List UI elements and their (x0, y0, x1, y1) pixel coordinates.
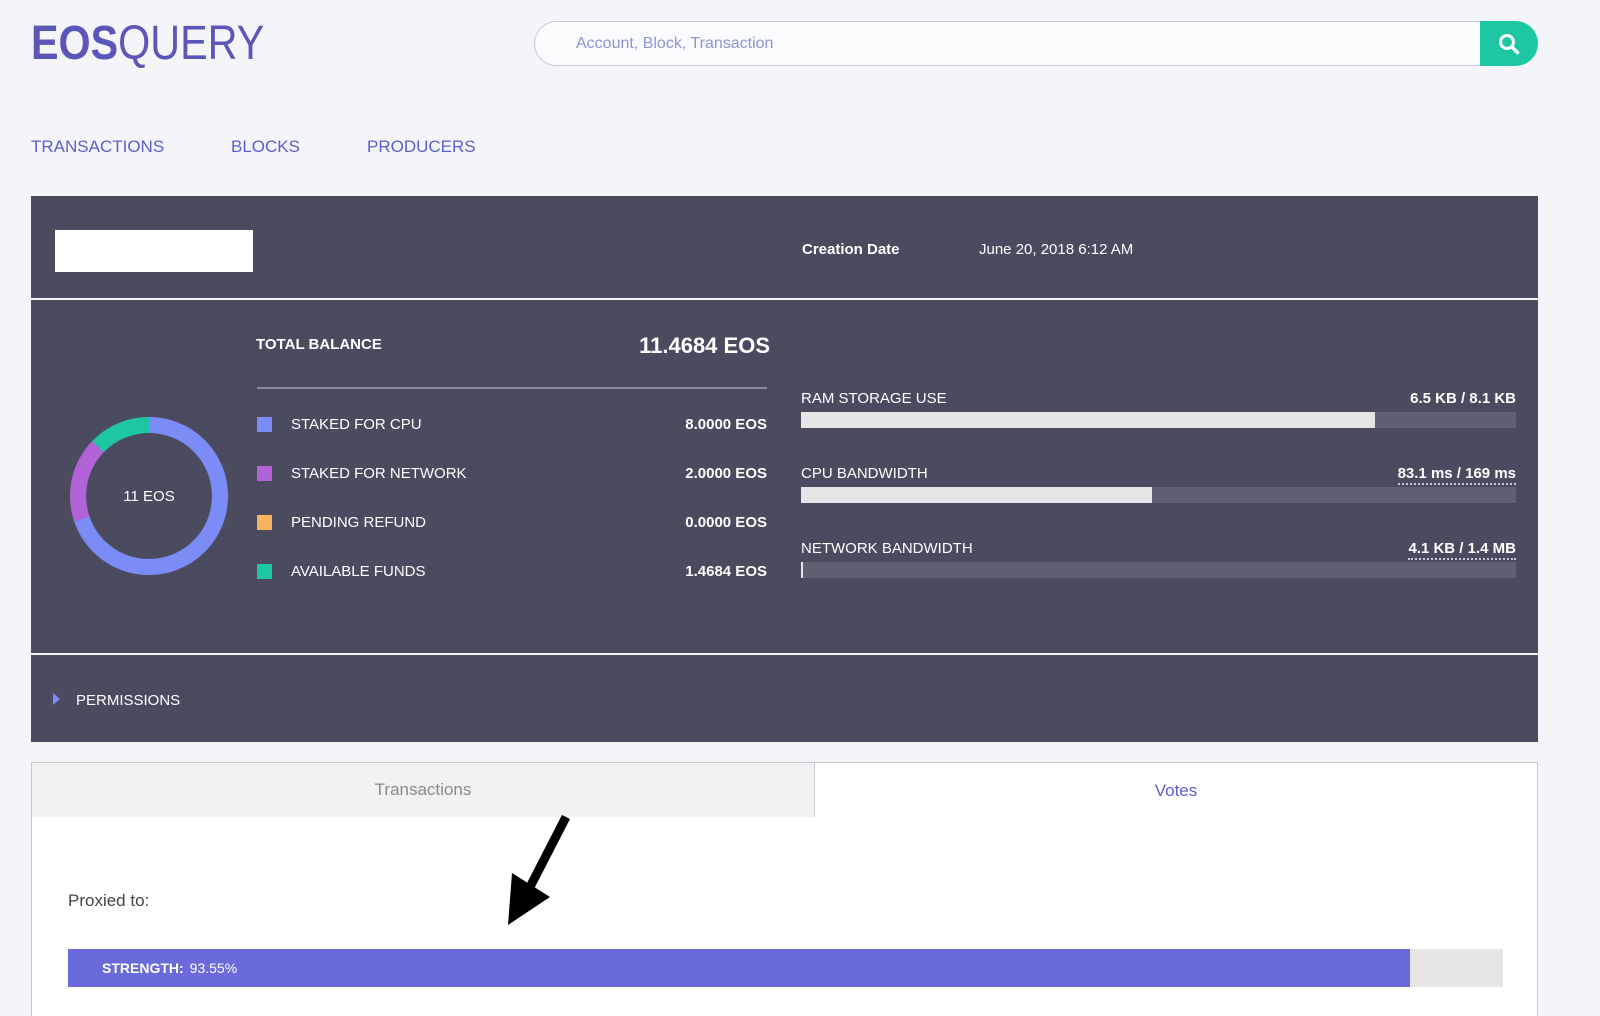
search-input[interactable] (534, 21, 1494, 66)
resource-bar (801, 412, 1516, 428)
permissions-panel[interactable]: PERMISSIONS (31, 655, 1538, 742)
legend-value: 8.0000 EOS (685, 416, 767, 433)
resource-bar-fill (801, 487, 1153, 503)
strength-value: 93.55% (189, 960, 238, 976)
tab-transactions[interactable]: Transactions (31, 762, 815, 818)
legend-value: 0.0000 EOS (685, 514, 767, 531)
resource-bar (801, 562, 1516, 578)
search-bar (534, 21, 1538, 66)
annotation-arrow-icon (508, 815, 571, 925)
legend-value: 1.4684 EOS (685, 563, 767, 580)
legend-pending-refund: PENDING REFUND 0.0000 EOS (257, 513, 767, 533)
legend-swatch (257, 417, 272, 432)
resource-value[interactable]: 4.1 KB / 1.4 MB (1408, 540, 1516, 560)
legend-label: STAKED FOR CPU (291, 416, 422, 433)
account-tabs: Transactions Votes (31, 762, 1538, 818)
resource-bar-fill (801, 412, 1376, 428)
search-button[interactable] (1480, 21, 1538, 66)
legend-swatch (257, 564, 272, 579)
nav-transactions[interactable]: TRANSACTIONS (31, 137, 164, 157)
resource-bar (801, 487, 1516, 503)
permissions-label: PERMISSIONS (76, 692, 181, 709)
resource-value: 6.5 KB / 8.1 KB (1410, 390, 1516, 407)
resource-value[interactable]: 83.1 ms / 169 ms (1397, 465, 1516, 485)
caret-right-icon (53, 693, 60, 705)
legend-swatch (257, 466, 272, 481)
legend-value: 2.0000 EOS (685, 465, 767, 482)
resource-label: CPU BANDWIDTH (801, 465, 928, 482)
eosquery-logo[interactable]: EOSQUERY (31, 18, 264, 70)
resource-label: NETWORK BANDWIDTH (801, 540, 973, 557)
votes-content: Proxied to: STRENGTH: 93.55% (31, 817, 1538, 1016)
logo-light-text: QUERY (118, 17, 265, 70)
strength-bar-fill (68, 949, 1411, 987)
legend-staked-network: STAKED FOR NETWORK 2.0000 EOS (257, 464, 767, 484)
balance-divider (257, 387, 767, 389)
account-header-panel: Creation Date June 20, 2018 6:12 AM (31, 196, 1538, 298)
strength-label: STRENGTH: (102, 960, 184, 976)
creation-date-label: Creation Date (802, 241, 900, 258)
legend-label: PENDING REFUND (291, 514, 427, 531)
resource-label: RAM STORAGE USE (801, 390, 947, 407)
legend-label: STAKED FOR NETWORK (291, 465, 467, 482)
legend-swatch (257, 515, 272, 530)
creation-date-value: June 20, 2018 6:12 AM (979, 241, 1134, 258)
nav-blocks[interactable]: BLOCKS (231, 137, 300, 157)
total-balance-label: TOTAL BALANCE (256, 336, 382, 353)
strength-bar: STRENGTH: 93.55% (68, 949, 1503, 987)
nav-producers[interactable]: PRODUCERS (367, 137, 476, 157)
legend-label: AVAILABLE FUNDS (291, 563, 426, 580)
account-name-redacted (55, 230, 253, 272)
total-balance-value: 11.4684 EOS (639, 333, 770, 358)
proxied-to-label: Proxied to: (68, 891, 150, 910)
legend-available-funds: AVAILABLE FUNDS 1.4684 EOS (257, 562, 767, 582)
donut-center-label: 11 EOS (123, 487, 175, 505)
legend-staked-cpu: STAKED FOR CPU 8.0000 EOS (257, 415, 767, 435)
resource-bar-fill (801, 562, 804, 578)
search-icon (1499, 33, 1520, 54)
logo-bold-text: EOS (31, 17, 119, 70)
tab-votes[interactable]: Votes (814, 762, 1538, 818)
strength-text: STRENGTH: 93.55% (102, 960, 237, 976)
balance-panel: 11 EOS TOTAL BALANCE 11.4684 EOS STAKED … (31, 300, 1538, 653)
